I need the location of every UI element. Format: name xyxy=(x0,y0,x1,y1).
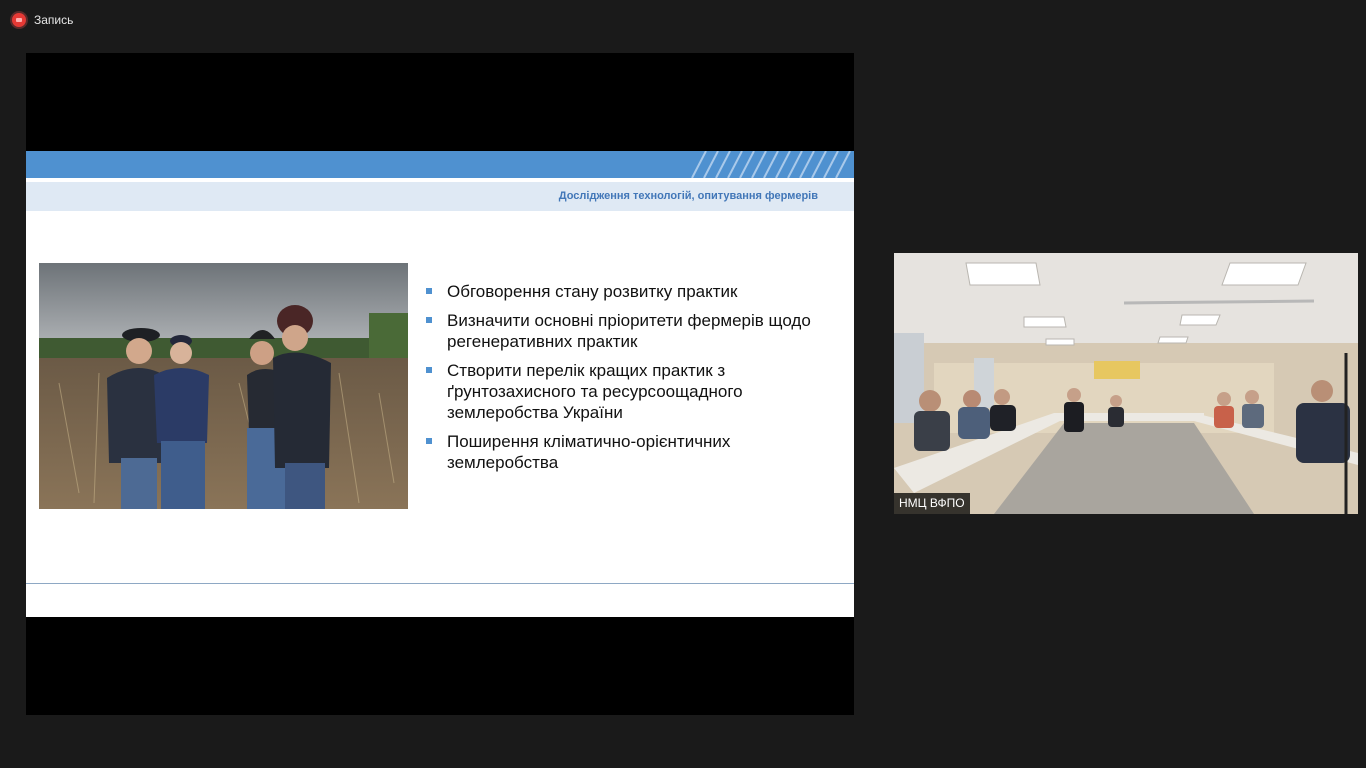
slide-header-band xyxy=(26,151,854,178)
slide-bullet-text: Поширення кліматично-орієнтичних землеро… xyxy=(447,432,731,472)
slide-footer-divider xyxy=(26,583,854,584)
square-bullet-icon xyxy=(426,438,432,444)
slide-bullet-list: Обговорення стану розвитку практик Визна… xyxy=(425,281,835,481)
conference-room-video xyxy=(894,253,1358,514)
slide-bullet-item: Створити перелік кращих практик з ґрунто… xyxy=(425,360,835,423)
slide-header-text: Дослідження технологій, опитування ферме… xyxy=(558,190,818,202)
participant-video-tile[interactable]: НМЦ ВФПО xyxy=(894,253,1358,514)
shared-screen: Дослідження технологій, опитування ферме… xyxy=(26,53,854,715)
slide-bullet-text: Створити перелік кращих практик з ґрунто… xyxy=(447,361,743,422)
slide-bullet-item: Визначити основні пріоритети фермерів що… xyxy=(425,310,835,352)
slide-bullet-text: Обговорення стану розвитку практик xyxy=(447,282,738,301)
square-bullet-icon xyxy=(426,288,432,294)
recording-indicator[interactable]: Запись xyxy=(12,11,73,29)
slide-stripes-decoration xyxy=(691,151,851,178)
slide-bullet-item: Обговорення стану розвитку практик xyxy=(425,281,835,302)
participant-name-label: НМЦ ВФПО xyxy=(894,493,970,514)
recording-label: Запись xyxy=(34,13,74,27)
square-bullet-icon xyxy=(426,317,432,323)
record-icon xyxy=(12,13,26,27)
presentation-slide: Дослідження технологій, опитування ферме… xyxy=(26,151,854,617)
slide-bullet-item: Поширення кліматично-орієнтичних землеро… xyxy=(425,431,835,473)
farmers-in-field-photo xyxy=(39,263,408,509)
slide-bullet-text: Визначити основні пріоритети фермерів що… xyxy=(447,311,811,351)
square-bullet-icon xyxy=(426,367,432,373)
